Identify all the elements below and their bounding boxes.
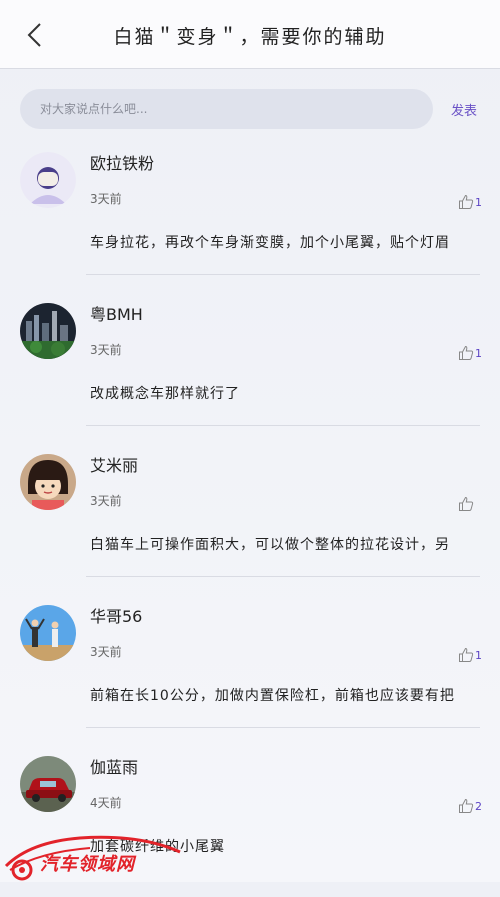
comment-username[interactable]: 伽蓝雨	[90, 754, 138, 778]
avatar[interactable]	[20, 152, 76, 208]
comment-item: 粤BMH 3天前 1 改成概念车那样就行了	[0, 293, 500, 444]
like-count: 1	[475, 346, 482, 360]
divider	[86, 274, 480, 275]
chevron-left-icon	[27, 23, 41, 47]
comment-item: 欧拉铁粉 3天前 1 车身拉花，再改个车身渐变膜，加个小尾翼，贴个灯眉	[0, 142, 500, 293]
avatar[interactable]	[20, 303, 76, 359]
comment-item: 艾米丽 3天前 白猫车上可操作面积大，可以做个整体的拉花设计，另	[0, 444, 500, 595]
like-button[interactable]	[458, 496, 475, 512]
like-count: 1	[475, 195, 482, 209]
comment-time: 3天前	[90, 192, 122, 206]
avatar[interactable]	[20, 605, 76, 661]
comment-time: 3天前	[90, 645, 122, 659]
thumbs-up-icon	[459, 496, 474, 511]
comment-username[interactable]: 粤BMH	[90, 301, 143, 325]
comment-input-container[interactable]	[20, 89, 433, 129]
comment-text: 前箱在长10公分，加做内置保险杠，前箱也应该要有把	[90, 688, 455, 704]
back-button[interactable]	[22, 20, 46, 50]
avatar[interactable]	[20, 756, 76, 812]
avatar[interactable]	[20, 454, 76, 510]
comment-username[interactable]: 艾米丽	[90, 452, 138, 476]
comment-text: 改成概念车那样就行了	[90, 386, 240, 402]
like-button[interactable]: 1	[458, 345, 482, 361]
publish-button[interactable]: 发表	[451, 100, 477, 119]
divider	[86, 727, 480, 728]
thumbs-up-icon	[459, 345, 474, 360]
thumbs-up-icon	[459, 647, 474, 662]
comment-time: 3天前	[90, 343, 122, 357]
like-button[interactable]: 2	[458, 798, 482, 814]
comment-time: 3天前	[90, 494, 122, 508]
comment-input[interactable]	[20, 89, 433, 129]
like-button[interactable]: 1	[458, 194, 482, 210]
watermark-text: 汽车领域网	[40, 854, 135, 875]
comment-item: 华哥56 3天前 1 前箱在长10公分，加做内置保险杠，前箱也应该要有把	[0, 595, 500, 746]
page-title: 白猫＂变身＂，需要你的辅助	[113, 26, 387, 48]
comment-username[interactable]: 华哥56	[90, 603, 142, 627]
divider	[86, 425, 480, 426]
comment-text: 车身拉花，再改个车身渐变膜，加个小尾翼，贴个灯眉	[90, 235, 450, 251]
like-count: 2	[475, 799, 482, 813]
top-bar: 白猫＂变身＂，需要你的辅助	[0, 0, 500, 69]
thumbs-up-icon	[459, 194, 474, 209]
watermark-logo: 汽车领域网	[0, 826, 200, 882]
comment-list: 欧拉铁粉 3天前 1 车身拉花，再改个车身渐变膜，加个小尾翼，贴个灯眉 粤BMH…	[0, 142, 500, 897]
thumbs-up-icon	[459, 798, 474, 813]
comment-time: 4天前	[90, 796, 122, 810]
like-count: 1	[475, 648, 482, 662]
comment-text: 白猫车上可操作面积大，可以做个整体的拉花设计，另	[90, 537, 450, 553]
divider	[86, 576, 480, 577]
like-button[interactable]: 1	[458, 647, 482, 663]
comment-username[interactable]: 欧拉铁粉	[90, 150, 154, 174]
